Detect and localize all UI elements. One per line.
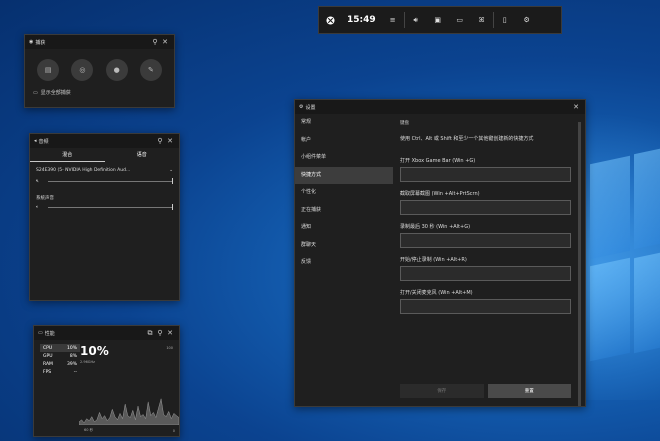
cpu-history-area	[79, 398, 179, 425]
tab-voice[interactable]: 语音	[105, 148, 180, 162]
gallery-icon: ▭	[33, 89, 38, 96]
audio-title: 音频	[38, 138, 49, 145]
nav-item[interactable]: 常规	[295, 114, 393, 132]
mic-off-button[interactable]: ✎	[139, 59, 162, 81]
performance-widget: ▭ 性能 ⧉ ⚲ ✕ CPU 10% GPU 8% RAM 39% FPS -- 10% 2.9…	[33, 325, 180, 437]
pin-icon[interactable]: ⚲	[155, 329, 165, 337]
social-icon[interactable]: ꕤ	[471, 7, 493, 33]
audio-title-bar: ◂ 音频 ⚲ ✕	[30, 134, 179, 148]
shortcut-input[interactable]	[400, 266, 571, 281]
metric-value: 39%	[66, 361, 77, 367]
settings-nav: 常规 帐户 小组件菜单 快捷方式 个性化 正在捕获 通知 群聊天 反馈	[295, 114, 393, 406]
chevron-down-icon[interactable]: ⌄	[169, 168, 173, 173]
shortcut-description: 使用 Ctrl、Alt 或 Shift 和至少一个其他键创建新的快捷方式	[400, 136, 534, 142]
nav-item[interactable]: 通知	[295, 219, 393, 237]
metric-name: GPU	[43, 353, 53, 359]
capture-title-bar: ◉ 捕获 ⚲ ✕	[25, 35, 174, 49]
monitor-icon: ▭	[38, 330, 43, 336]
capture-title: 捕获	[35, 39, 46, 46]
record-last-button[interactable]: ◎	[71, 59, 94, 81]
gear-icon: ⚙	[299, 104, 304, 110]
min-label: 0	[172, 429, 175, 433]
metric-gpu[interactable]: GPU 8%	[40, 352, 80, 360]
settings-title: 设置	[305, 104, 316, 111]
screenshot-button[interactable]: ▤	[37, 59, 60, 81]
max-label: 100	[166, 346, 173, 350]
cpu-big-value: 10%	[80, 344, 109, 358]
volume-icon: 🔈︎	[36, 205, 39, 210]
shortcut-label: 打开/关闭麦克风 (Win +Alt+M)	[400, 290, 473, 296]
shortcut-label: 截取屏幕截图 (Win +Alt+PrtScrn)	[400, 191, 480, 197]
game-bar-top: 15:49 ≡ 🔊︎ ▣ ▭ ꕤ ▯ ⚙	[318, 6, 562, 34]
settings-icon[interactable]: ⚙	[516, 7, 538, 33]
performance-icon[interactable]: ▭	[449, 7, 471, 33]
camera-icon: ◉	[29, 39, 34, 45]
shortcut-input[interactable]	[400, 299, 571, 314]
close-icon[interactable]: ✕	[571, 103, 581, 111]
metric-value: 10%	[66, 345, 77, 351]
save-button[interactable]: 保存	[400, 384, 484, 398]
capture-icon[interactable]: ▣	[427, 7, 449, 33]
metric-fps[interactable]: FPS --	[40, 368, 80, 376]
shortcut-input[interactable]	[400, 200, 571, 215]
metric-name: RAM	[43, 361, 53, 367]
show-all-captures-link[interactable]: ▭ 显示全部捕获	[25, 81, 174, 104]
nav-item[interactable]: 帐户	[295, 132, 393, 150]
reset-button[interactable]: 重置	[487, 384, 571, 398]
time-range-label: 60 秒	[84, 428, 94, 432]
close-icon[interactable]: ✕	[160, 38, 170, 46]
metric-list: CPU 10% GPU 8% RAM 39% FPS --	[40, 344, 80, 376]
metric-cpu[interactable]: CPU 10%	[40, 344, 80, 352]
nav-item[interactable]: 快捷方式	[295, 166, 393, 184]
xbox-logo-icon[interactable]	[319, 7, 341, 33]
metric-value: 8%	[69, 353, 77, 359]
nav-item[interactable]: 小组件菜单	[295, 149, 393, 167]
close-icon[interactable]: ✕	[165, 137, 175, 145]
cpu-history-graph	[79, 398, 179, 425]
audio-icon[interactable]: 🔊︎	[405, 7, 427, 33]
shortcut-input[interactable]	[400, 233, 571, 248]
shortcut-label: 开始/停止录制 (Win +Alt+R)	[400, 257, 467, 263]
system-sounds-label: 系统声音	[36, 196, 54, 201]
phone-icon[interactable]: ▯	[494, 7, 516, 33]
capture-widget: ◉ 捕获 ⚲ ✕ ▤ ◎ ● ✎ ▭ 显示全部捕获	[24, 34, 175, 108]
pin-icon[interactable]: ⚲	[155, 137, 165, 145]
cpu-frequency: 2.96GHz	[80, 360, 95, 364]
clock: 15:49	[347, 15, 376, 25]
audio-widget: ◂ 音频 ⚲ ✕ 混合 语音 S24E390 (5- NVIDIA High De…	[29, 133, 180, 301]
performance-title: 性能	[44, 330, 55, 337]
menu-icon[interactable]: ≡	[382, 7, 404, 33]
nav-item[interactable]: 群聊天	[295, 237, 393, 255]
system-sounds-slider[interactable]: 🔈︎	[36, 203, 173, 211]
device-volume-slider[interactable]: 🔇︎	[36, 177, 173, 185]
nav-item[interactable]: 反馈	[295, 254, 393, 272]
performance-title-bar: ▭ 性能 ⧉ ⚲ ✕	[34, 326, 179, 340]
shortcut-label: 录制最后 30 秒 (Win +Alt+G)	[400, 224, 471, 230]
settings-scrollbar[interactable]	[578, 122, 581, 406]
shortcut-input[interactable]	[400, 167, 571, 182]
speaker-icon: ◂	[34, 138, 37, 144]
metric-name: FPS	[43, 369, 52, 375]
metric-value: --	[73, 369, 77, 375]
output-device[interactable]: S24E390 (5- NVIDIA High Definition Aud..…	[36, 168, 130, 173]
shortcut-label: 打开 Xbox Game Bar (Win +G)	[400, 158, 476, 164]
show-all-label: 显示全部捕获	[40, 90, 71, 96]
metric-name: CPU	[43, 345, 53, 351]
settings-title-bar: ⚙ 设置 ✕	[295, 100, 585, 114]
pin-icon[interactable]: ⚲	[150, 38, 160, 46]
settings-window: ⚙ 设置 ✕ 常规 帐户 小组件菜单 快捷方式 个性化 正在捕获 通知 群聊天 反馈 键盘 使用 …	[294, 99, 586, 407]
mute-icon: 🔇︎	[36, 179, 39, 184]
metric-ram[interactable]: RAM 39%	[40, 360, 80, 368]
close-icon[interactable]: ✕	[165, 329, 175, 337]
section-heading: 键盘	[400, 121, 409, 126]
tab-mix[interactable]: 混合	[30, 148, 105, 162]
nav-item[interactable]: 正在捕获	[295, 202, 393, 220]
options-icon[interactable]: ⧉	[145, 329, 155, 338]
nav-item[interactable]: 个性化	[295, 184, 393, 202]
record-button[interactable]: ●	[105, 59, 128, 81]
